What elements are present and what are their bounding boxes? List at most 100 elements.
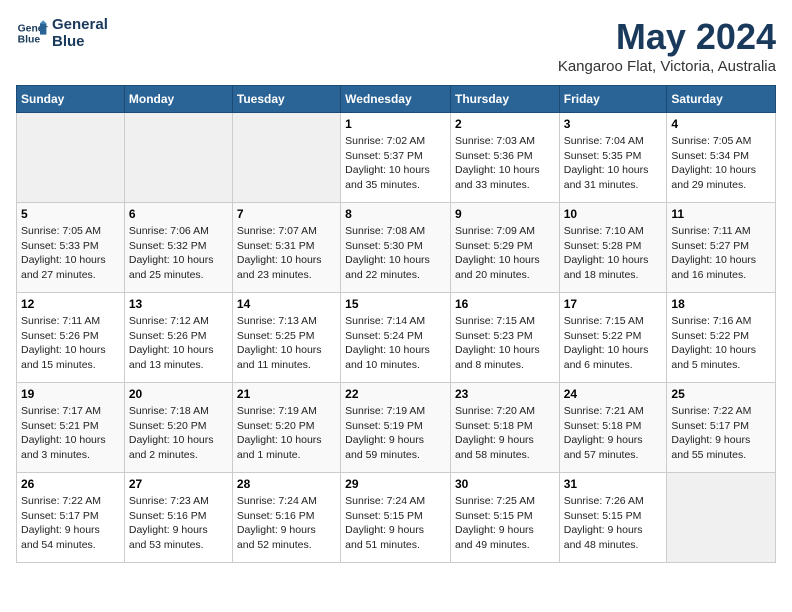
cell-date-number: 24 (564, 387, 663, 401)
cell-date-number: 10 (564, 207, 663, 221)
cell-date-number: 16 (455, 297, 555, 311)
header-thursday: Thursday (450, 86, 559, 113)
cell-info-text: Sunrise: 7:20 AM Sunset: 5:18 PM Dayligh… (455, 404, 555, 463)
cell-info-text: Sunrise: 7:13 AM Sunset: 5:25 PM Dayligh… (237, 314, 336, 373)
cell-info-text: Sunrise: 7:22 AM Sunset: 5:17 PM Dayligh… (21, 494, 120, 553)
cell-info-text: Sunrise: 7:18 AM Sunset: 5:20 PM Dayligh… (129, 404, 228, 463)
page-header: General Blue General Blue May 2024 Kanga… (16, 16, 776, 75)
cell-info-text: Sunrise: 7:22 AM Sunset: 5:17 PM Dayligh… (671, 404, 771, 463)
cell-info-text: Sunrise: 7:06 AM Sunset: 5:32 PM Dayligh… (129, 224, 228, 283)
calendar-cell: 9 Sunrise: 7:09 AM Sunset: 5:29 PM Daylig… (450, 203, 559, 293)
calendar-cell: 23 Sunrise: 7:20 AM Sunset: 5:18 PM Dayli… (450, 383, 559, 473)
calendar-cell: 17Sunrise: 7:15 AM Sunset: 5:22 PM Dayli… (559, 293, 667, 383)
calendar-cell: 7Sunrise: 7:07 AM Sunset: 5:31 PM Daylig… (232, 203, 340, 293)
cell-info-text: Sunrise: 7:15 AM Sunset: 5:23 PM Dayligh… (455, 314, 555, 373)
header-wednesday: Wednesday (341, 86, 451, 113)
cell-date-number: 12 (21, 297, 120, 311)
cell-info-text: Sunrise: 7:09 AM Sunset: 5:29 PM Dayligh… (455, 224, 555, 283)
calendar-cell: 18Sunrise: 7:16 AM Sunset: 5:22 PM Dayli… (667, 293, 776, 383)
cell-date-number: 26 (21, 477, 120, 491)
cell-date-number: 30 (455, 477, 555, 491)
calendar-cell (232, 113, 340, 203)
logo: General Blue General Blue (16, 16, 108, 50)
cell-date-number: 1 (345, 117, 446, 131)
week-row-2: 5 Sunrise: 7:05 AM Sunset: 5:33 PM Daylig… (17, 203, 776, 293)
cell-date-number: 14 (237, 297, 336, 311)
cell-info-text: Sunrise: 7:12 AM Sunset: 5:26 PM Dayligh… (129, 314, 228, 373)
cell-date-number: 28 (237, 477, 336, 491)
cell-date-number: 2 (455, 117, 555, 131)
cell-date-number: 5 (21, 207, 120, 221)
cell-info-text: Sunrise: 7:03 AM Sunset: 5:36 PM Dayligh… (455, 134, 555, 193)
cell-date-number: 13 (129, 297, 228, 311)
header-tuesday: Tuesday (232, 86, 340, 113)
cell-date-number: 29 (345, 477, 446, 491)
logo-line2: Blue (52, 33, 108, 50)
cell-info-text: Sunrise: 7:19 AM Sunset: 5:19 PM Dayligh… (345, 404, 446, 463)
week-row-1: 1Sunrise: 7:02 AM Sunset: 5:37 PM Daylig… (17, 113, 776, 203)
cell-info-text: Sunrise: 7:11 AM Sunset: 5:27 PM Dayligh… (671, 224, 771, 283)
cell-info-text: Sunrise: 7:10 AM Sunset: 5:28 PM Dayligh… (564, 224, 663, 283)
cell-info-text: Sunrise: 7:14 AM Sunset: 5:24 PM Dayligh… (345, 314, 446, 373)
calendar-cell: 3 Sunrise: 7:04 AM Sunset: 5:35 PM Daylig… (559, 113, 667, 203)
logo-icon: General Blue (16, 17, 48, 49)
cell-date-number: 3 (564, 117, 663, 131)
calendar-cell: 19 Sunrise: 7:17 AM Sunset: 5:21 PM Dayli… (17, 383, 125, 473)
cell-date-number: 22 (345, 387, 446, 401)
calendar-table: SundayMondayTuesdayWednesdayThursdayFrid… (16, 85, 776, 563)
calendar-cell: 26 Sunrise: 7:22 AM Sunset: 5:17 PM Dayli… (17, 473, 125, 563)
calendar-cell: 2 Sunrise: 7:03 AM Sunset: 5:36 PM Daylig… (450, 113, 559, 203)
logo-line1: General (52, 16, 108, 33)
subtitle: Kangaroo Flat, Victoria, Australia (558, 58, 776, 75)
cell-date-number: 23 (455, 387, 555, 401)
cell-info-text: Sunrise: 7:07 AM Sunset: 5:31 PM Dayligh… (237, 224, 336, 283)
cell-info-text: Sunrise: 7:05 AM Sunset: 5:33 PM Dayligh… (21, 224, 120, 283)
calendar-cell: 24 Sunrise: 7:21 AM Sunset: 5:18 PM Dayli… (559, 383, 667, 473)
cell-date-number: 21 (237, 387, 336, 401)
calendar-cell: 11 Sunrise: 7:11 AM Sunset: 5:27 PM Dayli… (667, 203, 776, 293)
week-row-4: 19 Sunrise: 7:17 AM Sunset: 5:21 PM Dayli… (17, 383, 776, 473)
cell-info-text: Sunrise: 7:17 AM Sunset: 5:21 PM Dayligh… (21, 404, 120, 463)
calendar-cell: 8 Sunrise: 7:08 AM Sunset: 5:30 PM Daylig… (341, 203, 451, 293)
cell-info-text: Sunrise: 7:26 AM Sunset: 5:15 PM Dayligh… (564, 494, 663, 553)
cell-date-number: 18 (671, 297, 771, 311)
calendar-cell: 22 Sunrise: 7:19 AM Sunset: 5:19 PM Dayli… (341, 383, 451, 473)
calendar-cell (124, 113, 232, 203)
cell-date-number: 8 (345, 207, 446, 221)
cell-date-number: 19 (21, 387, 120, 401)
cell-info-text: Sunrise: 7:24 AM Sunset: 5:15 PM Dayligh… (345, 494, 446, 553)
header-row: SundayMondayTuesdayWednesdayThursdayFrid… (17, 86, 776, 113)
cell-info-text: Sunrise: 7:08 AM Sunset: 5:30 PM Dayligh… (345, 224, 446, 283)
calendar-cell: 27 Sunrise: 7:23 AM Sunset: 5:16 PM Dayli… (124, 473, 232, 563)
calendar-cell: 30 Sunrise: 7:25 AM Sunset: 5:15 PM Dayli… (450, 473, 559, 563)
cell-info-text: Sunrise: 7:05 AM Sunset: 5:34 PM Dayligh… (671, 134, 771, 193)
calendar-cell: 28 Sunrise: 7:24 AM Sunset: 5:16 PM Dayli… (232, 473, 340, 563)
calendar-cell: 10 Sunrise: 7:10 AM Sunset: 5:28 PM Dayli… (559, 203, 667, 293)
calendar-cell: 14 Sunrise: 7:13 AM Sunset: 5:25 PM Dayli… (232, 293, 340, 383)
calendar-cell (17, 113, 125, 203)
svg-text:Blue: Blue (18, 35, 41, 46)
cell-info-text: Sunrise: 7:21 AM Sunset: 5:18 PM Dayligh… (564, 404, 663, 463)
header-sunday: Sunday (17, 86, 125, 113)
cell-date-number: 31 (564, 477, 663, 491)
calendar-cell: 25Sunrise: 7:22 AM Sunset: 5:17 PM Dayli… (667, 383, 776, 473)
cell-info-text: Sunrise: 7:23 AM Sunset: 5:16 PM Dayligh… (129, 494, 228, 553)
cell-info-text: Sunrise: 7:25 AM Sunset: 5:15 PM Dayligh… (455, 494, 555, 553)
calendar-cell: 31 Sunrise: 7:26 AM Sunset: 5:15 PM Dayli… (559, 473, 667, 563)
cell-date-number: 9 (455, 207, 555, 221)
title-area: May 2024 Kangaroo Flat, Victoria, Austra… (558, 16, 776, 75)
calendar-cell: 5 Sunrise: 7:05 AM Sunset: 5:33 PM Daylig… (17, 203, 125, 293)
header-friday: Friday (559, 86, 667, 113)
cell-info-text: Sunrise: 7:04 AM Sunset: 5:35 PM Dayligh… (564, 134, 663, 193)
cell-date-number: 27 (129, 477, 228, 491)
calendar-cell: 13 Sunrise: 7:12 AM Sunset: 5:26 PM Dayli… (124, 293, 232, 383)
header-saturday: Saturday (667, 86, 776, 113)
cell-date-number: 11 (671, 207, 771, 221)
cell-date-number: 4 (671, 117, 771, 131)
calendar-cell: 6Sunrise: 7:06 AM Sunset: 5:32 PM Daylig… (124, 203, 232, 293)
calendar-cell: 16 Sunrise: 7:15 AM Sunset: 5:23 PM Dayli… (450, 293, 559, 383)
calendar-cell: 4 Sunrise: 7:05 AM Sunset: 5:34 PM Daylig… (667, 113, 776, 203)
calendar-cell: 12Sunrise: 7:11 AM Sunset: 5:26 PM Dayli… (17, 293, 125, 383)
calendar-cell: 20Sunrise: 7:18 AM Sunset: 5:20 PM Dayli… (124, 383, 232, 473)
cell-info-text: Sunrise: 7:24 AM Sunset: 5:16 PM Dayligh… (237, 494, 336, 553)
